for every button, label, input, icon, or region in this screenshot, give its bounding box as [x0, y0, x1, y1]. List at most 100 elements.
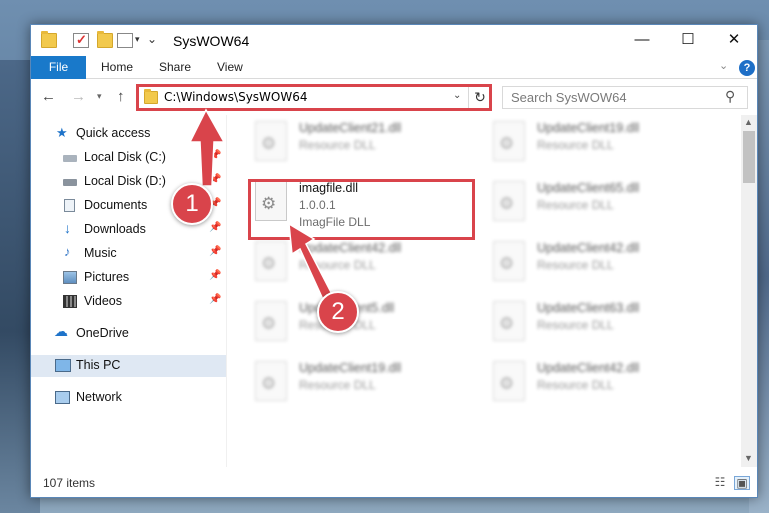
sidebar-item-this-pc[interactable]: This PC — [31, 355, 226, 377]
search-icon[interactable]: ⚲ — [725, 88, 735, 105]
file-name: UpdateClient21.dll — [299, 121, 402, 135]
file-type: Resource DLL — [299, 138, 376, 152]
file-item[interactable]: UpdateClient42.dll Resource DLL — [489, 237, 717, 291]
file-item-imagfile[interactable]: imagfile.dll 1.0.0.1 ImagFile DLL — [251, 177, 479, 231]
address-history-icon[interactable]: ⌄ — [453, 90, 461, 101]
close-button[interactable]: ✕ — [711, 25, 757, 56]
file-item[interactable]: UpdateClient42.dll Resource DLL — [489, 357, 717, 411]
search-input[interactable] — [503, 87, 723, 108]
file-list: UpdateClient21.dll Resource DLL imagfile… — [228, 115, 741, 467]
properties-icon[interactable] — [73, 32, 89, 48]
step-2-badge: 2 — [317, 291, 359, 333]
file-name: UpdateClient65.dll — [537, 181, 640, 195]
dll-file-icon — [493, 241, 525, 281]
back-icon[interactable]: ← — [41, 88, 56, 105]
file-item[interactable]: UpdateClient63.dll Resource DLL — [489, 297, 717, 351]
scrollbar-thumb[interactable] — [743, 131, 755, 183]
file-name: UpdateClient63.dll — [537, 301, 640, 315]
pane-divider[interactable] — [226, 115, 227, 467]
file-name: UpdateClient19.dll — [299, 361, 402, 375]
folder-icon — [144, 89, 158, 104]
search-box[interactable]: ⚲ — [502, 86, 748, 109]
address-bar[interactable]: C:\Windows\SysWOW64 ⌄ — [138, 86, 492, 109]
pin-icon[interactable]: 📌 — [209, 174, 221, 185]
computer-icon — [55, 359, 71, 372]
folder-icon[interactable] — [41, 31, 57, 48]
pin-icon[interactable]: 📌 — [209, 270, 221, 281]
file-type: Resource DLL — [537, 198, 614, 212]
expand-ribbon-icon[interactable]: ⌄ — [719, 59, 728, 72]
scroll-down-icon[interactable]: ▼ — [744, 453, 753, 463]
window-title: SysWOW64 — [173, 33, 250, 49]
sidebar-item-quick-access[interactable]: ★ Quick access — [31, 123, 226, 145]
drive-icon — [63, 155, 77, 162]
title-bar: ▾ ⌄ SysWOW64 — ☐ ✕ — [31, 25, 757, 56]
pin-icon[interactable]: 📌 — [209, 246, 221, 257]
star-icon: ★ — [56, 125, 68, 140]
sidebar-item-label: Quick access — [76, 126, 151, 140]
sidebar-item-label: Pictures — [84, 270, 130, 284]
file-type: Resource DLL — [537, 318, 614, 332]
vertical-scrollbar[interactable]: ▲ ▼ — [741, 115, 757, 467]
dll-file-icon — [493, 121, 525, 161]
documents-icon — [64, 199, 75, 212]
downloads-icon: ↓ — [64, 220, 71, 236]
item-count: 107 items — [43, 476, 96, 490]
dll-file-icon — [255, 181, 287, 221]
file-type: Resource DLL — [299, 378, 376, 392]
ribbon-tabs: File Home Share View ⌄ ? — [31, 56, 757, 79]
file-item[interactable]: UpdateClient5.dll Resource DLL — [251, 297, 479, 351]
file-item[interactable]: UpdateClient19.dll Resource DLL — [489, 117, 717, 171]
rename-icon[interactable] — [117, 33, 133, 48]
new-folder-icon[interactable] — [97, 31, 113, 48]
sidebar-item-label: Local Disk (C:) — [84, 150, 166, 164]
large-icons-view-icon[interactable]: ▣ — [734, 476, 750, 490]
tab-file[interactable]: File — [31, 56, 86, 79]
dll-file-icon — [493, 181, 525, 221]
maximize-button[interactable]: ☐ — [665, 25, 711, 56]
file-name: UpdateClient42.dll — [537, 361, 640, 375]
sidebar-item-videos[interactable]: Videos 📌 — [31, 291, 226, 313]
videos-icon — [63, 295, 77, 308]
sidebar-item-label: Videos — [84, 294, 122, 308]
file-explorer-window: ▾ ⌄ SysWOW64 — ☐ ✕ File Home Share View … — [30, 24, 758, 498]
file-item[interactable]: UpdateClient19.dll Resource DLL — [251, 357, 479, 411]
pin-icon[interactable]: 📌 — [209, 294, 221, 305]
file-item[interactable]: UpdateClient42.dll Resource DLL — [251, 237, 479, 291]
tab-view[interactable]: View — [217, 56, 243, 79]
onedrive-icon: ☁ — [54, 323, 68, 339]
sidebar-item-onedrive[interactable]: ☁ OneDrive — [31, 323, 226, 345]
pictures-icon — [63, 271, 77, 284]
file-type: Resource DLL — [299, 258, 376, 272]
sidebar-item-music[interactable]: ♪ Music 📌 — [31, 243, 226, 265]
details-view-icon[interactable]: ☷ — [712, 476, 728, 490]
pin-icon[interactable]: 📌 — [209, 222, 221, 233]
tab-home[interactable]: Home — [101, 56, 133, 79]
address-path: C:\Windows\SysWOW64 — [164, 90, 308, 104]
customize-chevron-icon[interactable]: ▾ — [135, 34, 140, 45]
sidebar-item-pictures[interactable]: Pictures 📌 — [31, 267, 226, 289]
sidebar-item-label: Documents — [84, 198, 148, 212]
sidebar-item-label: OneDrive — [76, 326, 129, 340]
scroll-up-icon[interactable]: ▲ — [744, 117, 753, 127]
help-icon[interactable]: ? — [739, 60, 755, 76]
file-item[interactable]: UpdateClient21.dll Resource DLL — [251, 117, 479, 171]
customize-toolbar-icon[interactable]: ⌄ — [147, 32, 157, 46]
tab-share[interactable]: Share — [159, 56, 191, 79]
file-type: Resource DLL — [537, 258, 614, 272]
sidebar-item-label: Downloads — [84, 222, 146, 236]
sidebar-item-network[interactable]: Network — [31, 387, 226, 409]
pin-icon[interactable]: 📌 — [209, 150, 221, 161]
sidebar-item-label: This PC — [76, 358, 121, 372]
forward-icon[interactable]: → — [71, 88, 86, 105]
up-icon[interactable]: ↑ — [117, 88, 125, 105]
refresh-button[interactable]: ↻ — [468, 86, 491, 109]
sidebar-item-label: Local Disk (D:) — [84, 174, 166, 188]
file-type: ImagFile DLL — [299, 215, 371, 229]
recent-locations-icon[interactable]: ▾ — [97, 91, 102, 102]
sidebar-item-local-disk-c[interactable]: Local Disk (C:) 📌 — [31, 147, 226, 169]
drive-icon — [63, 179, 77, 186]
dll-file-icon — [493, 301, 525, 341]
file-item[interactable]: UpdateClient65.dll Resource DLL — [489, 177, 717, 231]
minimize-button[interactable]: — — [619, 25, 665, 56]
